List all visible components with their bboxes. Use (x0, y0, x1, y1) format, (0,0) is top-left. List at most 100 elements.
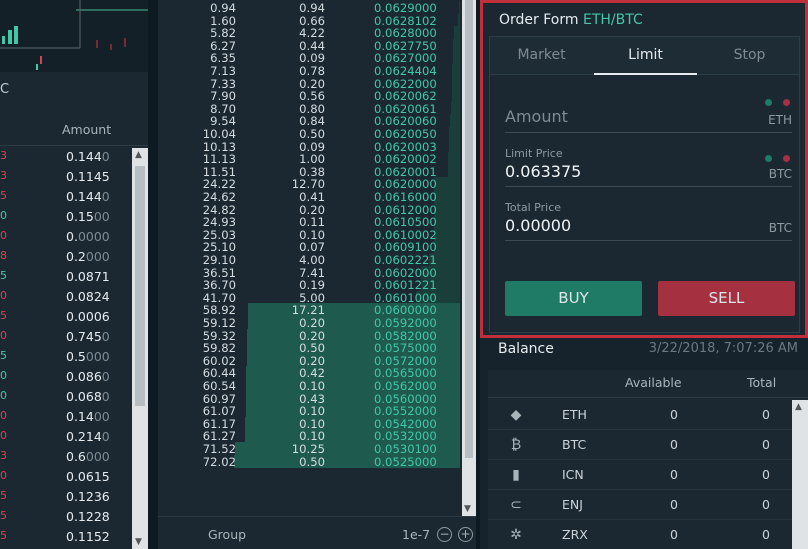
scroll-down-icon[interactable]: ▼ (135, 537, 142, 547)
balance-table: Available Total ◆ ETH 0 0 ₿ BTC 0 0 ▮ ICN 0 0 ⊂ ENJ 0 0… (488, 370, 808, 549)
group-precision: 1e-7 (402, 527, 431, 542)
trade-amount: 0.0000 (66, 229, 110, 244)
trade-history-header: Amount (0, 112, 148, 146)
trade-amount-trailing-zeros: 0 (101, 429, 110, 444)
amount-field[interactable]: Amount ETH (505, 89, 792, 133)
sell-button[interactable]: SELL (658, 281, 795, 316)
limit-price-field[interactable]: Limit Price 0.063375 BTC (505, 145, 792, 187)
amount-status-dots (754, 95, 790, 109)
trade-amount-value: 0.1236 (66, 489, 110, 504)
order-book-footer: Group 1e-7 − + (158, 516, 476, 549)
scroll-up-icon[interactable]: ▲ (135, 150, 142, 160)
limit-price-label: Limit Price (505, 147, 563, 160)
trade-amount: 0.2140 (66, 429, 110, 444)
balance-scrollbar[interactable]: ▲ (792, 400, 808, 549)
balance-row[interactable]: ▮ ICN 0 0 (488, 460, 792, 490)
eth-icon: ◆ (510, 407, 522, 423)
trade-amount-trailing-zeros: 00 (93, 209, 110, 224)
trade-history-scrollbar[interactable]: ▲ ▼ (132, 148, 148, 549)
amount-unit: ETH (768, 113, 792, 127)
group-label: Group (208, 527, 247, 542)
trade-amount-value: 0.14 (66, 409, 94, 424)
trade-amount: 0.5000 (66, 349, 110, 364)
trade-row: 8 0.2000 (0, 246, 148, 266)
balance-timestamp: 3/22/2018, 7:07:26 AM (648, 341, 798, 356)
trade-amount-value: 0.1145 (66, 169, 110, 184)
trade-amount: 0.1440 (66, 189, 110, 204)
trade-amount-value: 0.745 (66, 329, 102, 344)
order-book-scrollbar[interactable]: ▼ (462, 0, 476, 516)
limit-price-status-dots (754, 151, 790, 165)
trade-amount-trailing-zeros: 000 (85, 349, 110, 364)
scroll-down-icon[interactable]: ▼ (464, 504, 471, 514)
trade-row: 0 0.0000 (0, 226, 148, 246)
cumulative-size: 72.02 (202, 454, 236, 469)
trade-price-fragment: 0 (0, 469, 7, 482)
pair-fragment: C (0, 82, 10, 97)
total-balance: 0 (762, 467, 770, 482)
zrx-icon: ✲ (510, 527, 522, 543)
trade-row: 0 0.0824 (0, 286, 148, 306)
trade-row: 5 0.0871 (0, 266, 148, 286)
trade-amount-value: 0.086 (66, 369, 102, 384)
trade-amount-trailing-zeros: 0 (101, 189, 110, 204)
trade-price-fragment: 0 (0, 429, 7, 442)
trade-amount-value: 0.1228 (66, 509, 110, 524)
tab-stop[interactable]: Stop (698, 37, 801, 75)
trade-row: 0 0.0615 (0, 466, 148, 486)
order-book-row[interactable]: 72.02 0.50 0.0525000 (158, 455, 460, 469)
balance-row[interactable]: ⊂ ENJ 0 0 (488, 490, 792, 520)
trade-amount-value: 0.5 (66, 349, 86, 364)
plus-circle-icon[interactable]: + (458, 527, 473, 542)
asset-symbol: ENJ (562, 497, 583, 512)
status-dot-red-icon (783, 155, 790, 162)
total-price-unit: BTC (768, 221, 792, 235)
total-balance: 0 (762, 437, 770, 452)
scroll-up-icon[interactable]: ▲ (795, 402, 802, 412)
trade-price-fragment: 0 (0, 329, 7, 342)
buy-button[interactable]: BUY (505, 281, 642, 316)
tab-limit[interactable]: Limit (594, 37, 697, 75)
available-balance: 0 (670, 407, 678, 422)
status-dot-green-icon (765, 99, 772, 106)
trade-price-fragment: 3 (0, 169, 7, 182)
trade-amount: 0.1400 (66, 409, 110, 424)
total-price-value[interactable]: 0.00000 (505, 216, 571, 235)
trade-row: 0 0.2140 (0, 426, 148, 446)
order-book-scroll-thumb[interactable] (465, 0, 473, 458)
trade-price-fragment: 0 (0, 369, 7, 382)
trade-amount: 0.0006 (66, 309, 110, 324)
column-header-amount: Amount (62, 122, 112, 137)
trade-price-fragment: 3 (0, 149, 7, 162)
trade-amount: 0.0824 (66, 289, 110, 304)
icn-icon: ▮ (512, 467, 520, 483)
asset-symbol: BTC (562, 437, 587, 452)
trade-price-fragment: 5 (0, 349, 7, 362)
column-header-total: Total (747, 375, 777, 390)
order-form-title: Order Form ETH/BTC (499, 12, 643, 28)
minus-circle-icon[interactable]: − (437, 527, 452, 542)
trade-price-fragment: 0 (0, 409, 7, 422)
trade-amount: 0.7450 (66, 329, 110, 344)
trade-row: 5 0.1228 (0, 506, 148, 526)
limit-price-value[interactable]: 0.063375 (505, 162, 581, 181)
trade-amount-value: 0.6 (66, 449, 86, 464)
amount-placeholder[interactable]: Amount (505, 107, 568, 126)
trade-price-fragment: 0 (0, 209, 7, 222)
trade-price-fragment: 0 (0, 289, 7, 302)
balance-row[interactable]: ◆ ETH 0 0 (488, 400, 792, 430)
trade-amount: 0.2000 (66, 249, 110, 264)
trade-amount-value: 0.0006 (66, 309, 110, 324)
trade-amount: 0.1152 (66, 529, 110, 544)
trade-amount: 0.0615 (66, 469, 110, 484)
balance-row[interactable]: ✲ ZRX 0 0 (488, 520, 792, 549)
balance-row[interactable]: ₿ BTC 0 0 (488, 430, 792, 460)
trade-price-fragment: 5 (0, 509, 7, 522)
balance-table-header: Available Total (488, 370, 808, 398)
scroll-thumb[interactable] (135, 166, 145, 406)
tab-market[interactable]: Market (490, 37, 593, 75)
trade-amount: 0.0871 (66, 269, 110, 284)
trade-amount: 0.1145 (66, 169, 110, 184)
total-price-field[interactable]: Total Price 0.00000 BTC (505, 199, 792, 241)
trade-amount: 0.1228 (66, 509, 110, 524)
